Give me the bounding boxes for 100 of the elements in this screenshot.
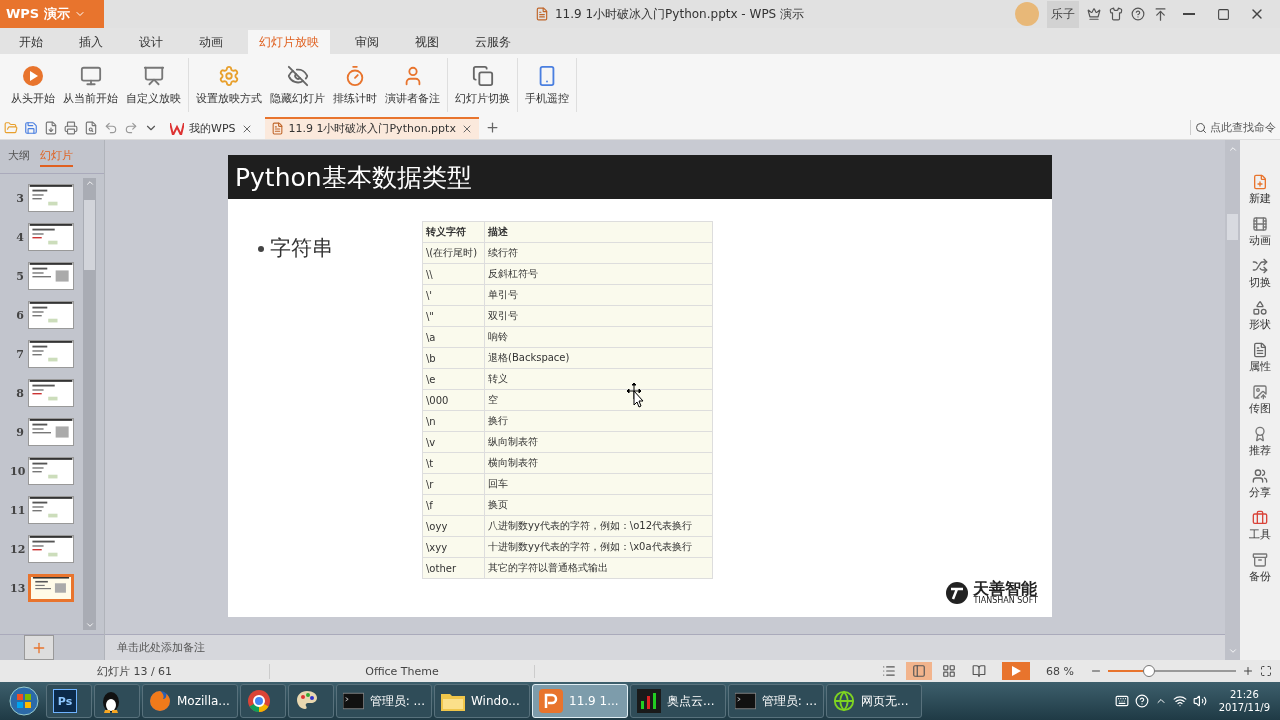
ribbon-button[interactable]: 手机遥控 (522, 58, 572, 112)
taskbar-button[interactable]: 管理员: ... (728, 684, 824, 718)
taskbar-button[interactable]: Windo... (434, 684, 530, 718)
taskbar-button[interactable] (288, 684, 334, 718)
logo-name: 天善智能 (973, 581, 1038, 597)
taskbar-button[interactable]: 奥点云... (630, 684, 726, 718)
taskbar-button[interactable] (240, 684, 286, 718)
slide-thumbnail[interactable] (28, 340, 74, 368)
taskbar-button[interactable]: Ps (46, 684, 92, 718)
ribbon-button[interactable]: 幻灯片切换 (452, 58, 513, 112)
slide-thumbnail[interactable] (28, 184, 74, 212)
document-tab[interactable]: 我的WPS (164, 116, 259, 139)
sidebar-button[interactable]: 切换 (1249, 258, 1271, 290)
sidebar-button[interactable]: 新建 (1249, 174, 1271, 206)
ribbon-button[interactable]: 从当前开始 (60, 58, 121, 112)
zoom-in-icon[interactable] (1242, 665, 1254, 677)
sidebar-button[interactable]: 动画 (1249, 216, 1271, 248)
play-icon (22, 64, 44, 87)
preview-icon[interactable] (84, 120, 98, 135)
undo-icon[interactable] (104, 120, 118, 135)
slide-thumbnail[interactable] (28, 457, 74, 485)
eye-off-icon (286, 64, 309, 87)
slide-thumbnail[interactable] (28, 496, 74, 524)
slide-thumbnail[interactable] (28, 262, 74, 290)
ribbon-button[interactable]: 隐藏幻灯片 (267, 58, 328, 112)
slide-thumbnail[interactable] (28, 223, 74, 251)
scrollbar[interactable] (83, 178, 96, 630)
taskbar-button[interactable]: 管理员: ... (336, 684, 432, 718)
help-icon[interactable] (1131, 7, 1145, 21)
table-cell: 换页 (484, 494, 713, 516)
terminal-icon (343, 692, 364, 710)
fit-icon[interactable] (1260, 665, 1272, 677)
slide-thumbnail[interactable] (28, 301, 74, 329)
sidebar-button[interactable]: 分享 (1249, 468, 1271, 500)
slideshow-button[interactable] (1002, 662, 1030, 680)
panel-tab[interactable]: 大纲 (8, 146, 30, 167)
keyboard-icon[interactable] (1114, 694, 1129, 708)
table-cell: \oyy (422, 515, 485, 537)
menu-tab[interactable]: 审阅 (344, 30, 390, 54)
export-icon[interactable] (44, 120, 58, 135)
sidebar-button[interactable]: 传图 (1249, 384, 1271, 416)
sidebar-button[interactable]: 工具 (1249, 510, 1271, 542)
ribbon-button[interactable]: 自定义放映 (123, 58, 184, 112)
logo-icon (945, 581, 970, 605)
slide-thumbnail[interactable] (28, 379, 74, 407)
scrollbar[interactable] (1225, 140, 1240, 660)
ribbon-button[interactable]: 从头开始 (8, 58, 58, 112)
slide-thumbnail[interactable] (28, 535, 74, 563)
sidebar-button[interactable]: 形状 (1249, 300, 1271, 332)
slider-thumb[interactable] (1142, 665, 1155, 677)
presentation-icon (142, 64, 165, 87)
new-tab-icon[interactable] (484, 120, 500, 135)
slide-number: 11 (10, 503, 24, 517)
crown-icon[interactable] (1087, 7, 1101, 21)
ribbon-button[interactable]: 排练计时 (330, 58, 380, 112)
user-name[interactable]: 乐子 (1047, 0, 1079, 28)
network-icon[interactable] (1172, 694, 1187, 708)
redo-icon[interactable] (124, 120, 138, 135)
menu-tab[interactable]: 设计 (128, 30, 174, 54)
table-cell: 单引号 (484, 284, 713, 306)
archive-icon (1252, 552, 1268, 568)
command-search-field[interactable]: 点此查找命令 (1190, 120, 1280, 135)
shirt-icon[interactable] (1109, 7, 1123, 21)
table-cell: \000 (422, 389, 485, 411)
shuffle-icon (1252, 258, 1268, 274)
document-icon (1252, 342, 1268, 358)
table-cell: 其它的字符以普通格式输出 (484, 557, 713, 579)
notes-field[interactable]: 单击此处添加备注 (117, 640, 205, 655)
volume-icon[interactable] (1192, 694, 1207, 708)
browser-icon (247, 689, 271, 713)
taskbar-button[interactable]: Mozilla... (142, 684, 238, 718)
ribbon-button[interactable]: 设置放映方式 (193, 58, 265, 112)
document-tab[interactable]: 11.9 1小时破冰入门Python.pptx (264, 116, 479, 139)
menu-tab[interactable]: 开始 (8, 30, 54, 54)
scroll-thumb[interactable] (1227, 214, 1238, 240)
document-icon (270, 122, 284, 135)
clock[interactable]: 21:26 2017/11/9 (1212, 688, 1276, 714)
scroll-thumb[interactable] (84, 200, 95, 270)
table-cell: \e (422, 368, 485, 390)
search-icon (1195, 121, 1207, 134)
taskbar-button[interactable] (94, 684, 140, 718)
play-icon (1011, 666, 1021, 676)
slide-thumbnail[interactable] (28, 574, 74, 602)
sidebar-button[interactable]: 属性 (1249, 342, 1271, 374)
penguin-icon (101, 689, 121, 713)
menu-tab[interactable]: 视图 (404, 30, 450, 54)
view-button[interactable] (906, 662, 932, 680)
ribbon-button[interactable]: 演讲者备注 (382, 58, 443, 112)
sidebar-button[interactable]: 备份 (1249, 552, 1271, 584)
menu-tab[interactable]: 云服务 (464, 30, 522, 54)
document-icon (534, 7, 549, 21)
taskbar-button[interactable]: 网页无... (826, 684, 922, 718)
table-cell: \' (422, 284, 485, 306)
menu-tab[interactable]: 动画 (188, 30, 234, 54)
slide-thumbnail[interactable] (28, 418, 74, 446)
print-icon[interactable] (64, 120, 78, 135)
sidebar-button[interactable]: 推荐 (1249, 426, 1271, 458)
save-icon[interactable] (24, 120, 38, 135)
upload-icon[interactable] (1153, 6, 1168, 22)
menu-tab[interactable]: 插入 (68, 30, 114, 54)
